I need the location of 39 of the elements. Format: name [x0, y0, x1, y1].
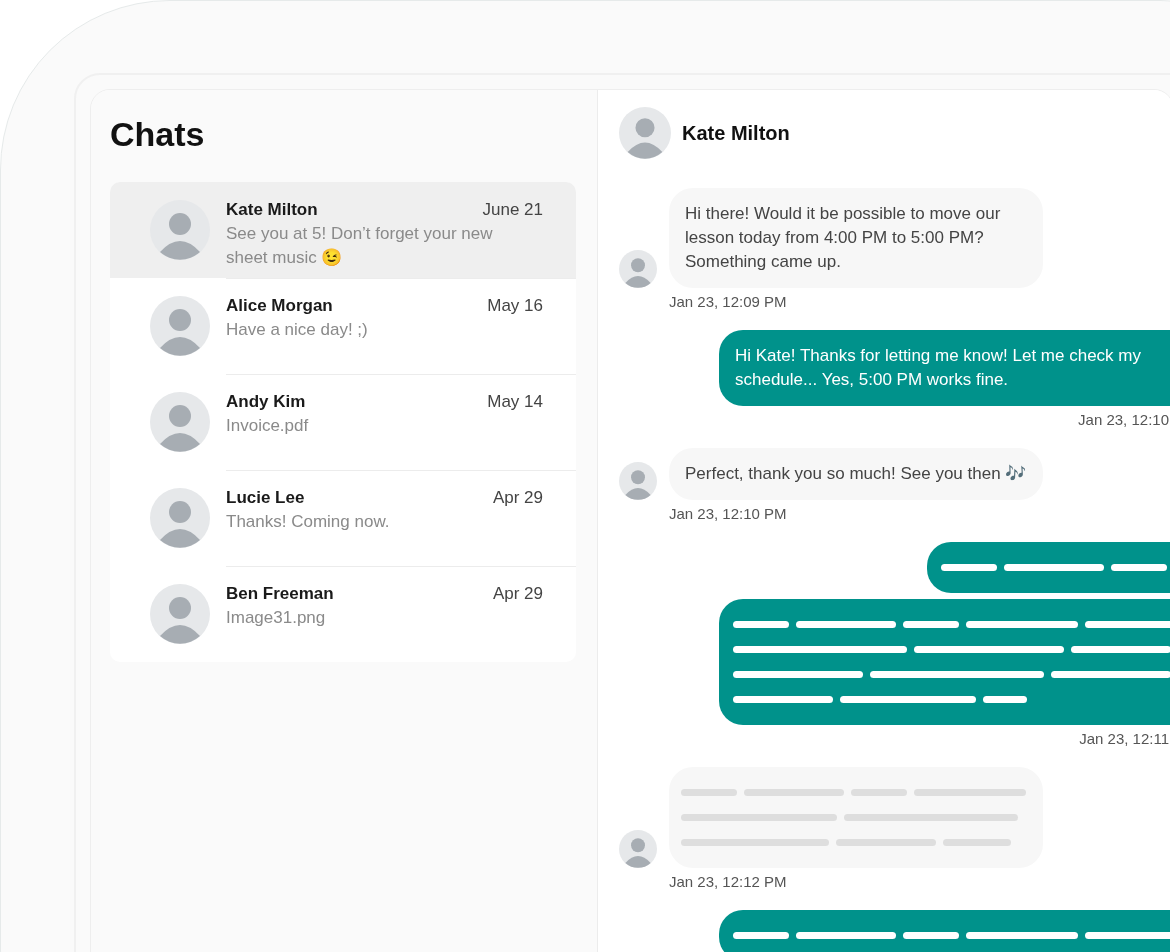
contact-name: Kate Milton [226, 200, 318, 220]
message-bubble: Hi there! Would it be possible to move our lesson today from 4:00 PM to 5:00 PM? Something came up. [669, 188, 1043, 288]
chat-list-item[interactable]: Andy Kim May 14 Invoice.pdf [110, 374, 576, 470]
avatar [150, 488, 210, 548]
avatar [619, 250, 657, 288]
message-time: Jan 23, 12:11 [1079, 730, 1169, 747]
contact-name: Andy Kim [226, 392, 306, 412]
chat-list-item[interactable]: Ben Freeman Apr 29 Image31.png [110, 566, 576, 662]
avatar [619, 830, 657, 868]
chat-list-item[interactable]: Kate Milton June 21 See you at 5! Don’t forget your new sheet music 😉 [110, 182, 576, 278]
message-time: Jan 23, 12:12 PM [669, 873, 787, 890]
message-time: Jan 23, 12:10 PM [669, 505, 787, 522]
contact-name: Ben Freeman [226, 584, 334, 604]
message-time: Jan 23, 12:09 PM [669, 293, 787, 310]
contact-name: Lucie Lee [226, 488, 305, 508]
contact-name: Kate Milton [682, 121, 790, 145]
chat-list-item[interactable]: Alice Morgan May 16 Have a nice day! ;) [110, 278, 576, 374]
message-preview: Image31.png [226, 607, 327, 629]
avatar [150, 584, 210, 644]
message-preview: Thanks! Coming now. [226, 511, 391, 533]
message-preview: Have a nice day! ;) [226, 319, 369, 341]
chat-date: Apr 29 [492, 488, 543, 508]
message-bubble: Hi Kate! Thanks for letting me know! Let me check my schedule... Yes, 5:00 PM works fine. [719, 330, 1170, 406]
chat-date: June 21 [482, 200, 543, 220]
chat-list-item[interactable]: Lucie Lee Apr 29 Thanks! Coming now. [110, 470, 576, 566]
avatar [150, 392, 210, 452]
chat-date: May 16 [487, 296, 543, 316]
contact-name: Alice Morgan [226, 296, 333, 316]
message-preview: Invoice.pdf [226, 415, 310, 437]
chat-date: Apr 29 [492, 584, 543, 604]
avatar [150, 296, 210, 356]
avatar [619, 462, 657, 500]
message-time: Jan 23, 12:10 [1078, 411, 1169, 428]
chat-date: May 14 [487, 392, 543, 412]
avatar [150, 200, 210, 260]
avatar [619, 107, 671, 159]
chats-title: Chats [110, 114, 206, 155]
message-preview: See you at 5! Don’t forget your new sheet music 😉 [226, 223, 494, 269]
message-bubble: Perfect, thank you so much! See you then 🎶 [669, 448, 1043, 500]
